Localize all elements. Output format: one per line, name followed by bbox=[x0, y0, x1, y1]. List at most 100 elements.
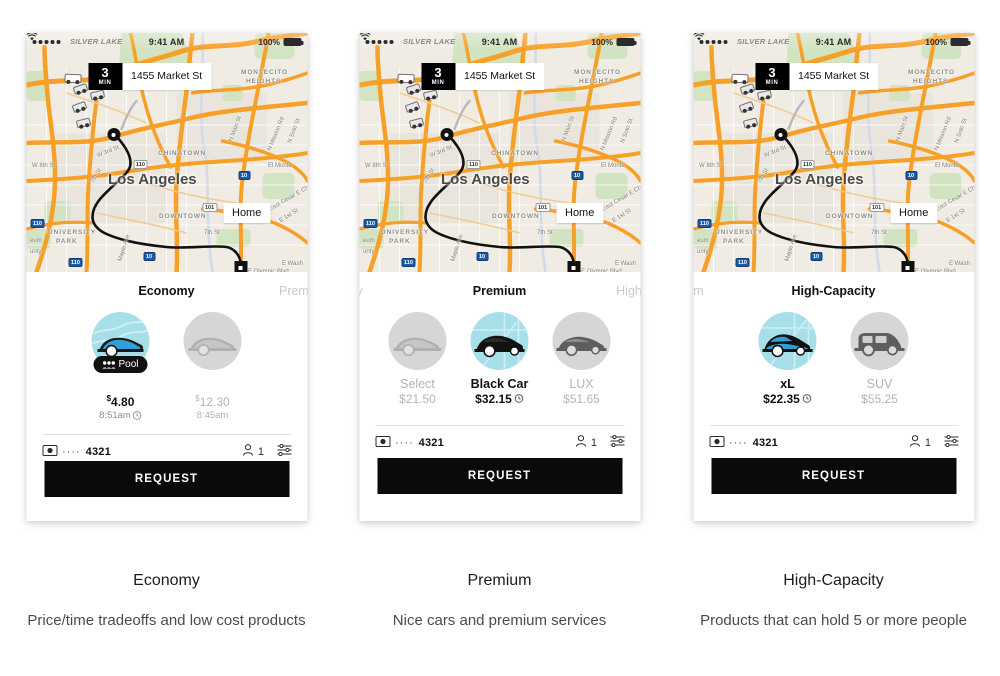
product-image bbox=[388, 312, 447, 370]
request-button[interactable]: REQUEST bbox=[44, 461, 289, 497]
product-image bbox=[552, 312, 611, 370]
battery-percent: 100% bbox=[591, 36, 613, 47]
product-tabs: omy Premium High-Ca bbox=[359, 272, 640, 310]
passenger-count[interactable]: 1 bbox=[243, 444, 264, 459]
route-shield: 10 bbox=[476, 252, 489, 261]
destination-label[interactable]: Home bbox=[890, 203, 938, 223]
product-item[interactable]: Black Car $32.15 bbox=[464, 312, 536, 406]
people-icon bbox=[102, 360, 116, 369]
destination-label[interactable]: Home bbox=[223, 203, 271, 223]
ride-options-card: mium High-Capacity Mo bbox=[693, 272, 974, 521]
card-mask-dots: ···· bbox=[62, 445, 81, 458]
product-name: LUX bbox=[569, 377, 594, 391]
eta-pickup-bar[interactable]: 3 MIN 1455 Market St bbox=[755, 63, 879, 90]
product-price: $12.30 bbox=[177, 394, 249, 409]
product-list: Select $21.50 Black Car $32.15 LUX $51.6… bbox=[359, 310, 640, 406]
person-icon bbox=[243, 444, 254, 459]
person-icon bbox=[576, 435, 587, 450]
caption: High-Capacity Products that can hold 5 o… bbox=[667, 572, 1000, 632]
product-item[interactable]: xL $22.35 bbox=[752, 312, 824, 406]
caption-title: Economy bbox=[133, 572, 200, 589]
sliders-icon[interactable] bbox=[610, 434, 624, 450]
card-mask-dots: ···· bbox=[395, 436, 414, 449]
currency-symbol: $ bbox=[563, 392, 570, 406]
destination-label[interactable]: Home bbox=[556, 203, 604, 223]
status-bar: SILVER LAKE 9:41 AM 100% bbox=[359, 33, 640, 50]
battery-group: 100% bbox=[591, 36, 636, 47]
product-price: $51.65 bbox=[546, 392, 618, 406]
route-shield: 10 bbox=[571, 171, 584, 180]
caption: Economy Price/time tradeoffs and low cos… bbox=[0, 572, 333, 632]
product-item[interactable]: LUX $51.65 bbox=[546, 312, 618, 406]
tab-active[interactable]: Premium bbox=[359, 284, 640, 298]
pickup-address[interactable]: 1455 Market St bbox=[789, 63, 879, 90]
currency-symbol: $ bbox=[861, 392, 868, 406]
tab-active[interactable]: Economy bbox=[26, 284, 307, 298]
passenger-count[interactable]: 1 bbox=[576, 435, 597, 450]
map-view[interactable]: Los Angeles MONTECITO HEIGHTS CHINATOWN … bbox=[693, 33, 974, 272]
pickup-address[interactable]: 1455 Market St bbox=[455, 63, 545, 90]
request-button[interactable]: REQUEST bbox=[711, 458, 956, 494]
pickup-marker bbox=[440, 128, 453, 141]
caption-title: Premium bbox=[467, 572, 532, 589]
card-last4: 4321 bbox=[752, 436, 778, 449]
map-view[interactable]: Los Angeles MONTECITO HEIGHTS CHINATOWN … bbox=[359, 33, 640, 272]
request-button[interactable]: REQUEST bbox=[377, 458, 622, 494]
tab-active[interactable]: High-Capacity bbox=[693, 284, 974, 298]
product-price: $21.50 bbox=[382, 392, 454, 406]
price-value: 55.25 bbox=[867, 392, 898, 406]
product-item[interactable]: SUV $55.25 bbox=[844, 312, 916, 406]
route-shield: 110 bbox=[68, 258, 83, 267]
pickup-marker bbox=[774, 128, 787, 141]
route-shield: 110 bbox=[800, 160, 815, 169]
pool-badge-label: Pool bbox=[118, 359, 139, 370]
battery-group: 100% bbox=[925, 37, 970, 47]
product-tabs: Economy Premium bbox=[26, 272, 307, 310]
product-item[interactable]: $12.30 8:45am bbox=[177, 312, 249, 421]
product-item[interactable]: Pool $4.80 8:51am bbox=[85, 312, 157, 421]
payment-method[interactable]: ···· 4321 bbox=[709, 435, 778, 450]
passenger-number: 1 bbox=[257, 445, 264, 458]
product-name: xL bbox=[780, 377, 795, 391]
pickup-address[interactable]: 1455 Market St bbox=[122, 63, 212, 90]
status-bar: SILVER LAKE 9:41 AM 100% bbox=[693, 33, 974, 50]
trip-meta-row: ···· 4321 1 bbox=[693, 426, 974, 450]
route-shield: 10 bbox=[905, 171, 918, 180]
payment-method[interactable]: ···· 4321 bbox=[42, 444, 111, 459]
ride-options-card: Economy Premium bbox=[26, 272, 307, 521]
phone-mockup: Los Angeles MONTECITO HEIGHTS CHINATOWN … bbox=[359, 33, 640, 521]
product-item[interactable]: Select $21.50 bbox=[382, 312, 454, 406]
passenger-number: 1 bbox=[924, 436, 931, 449]
product-image bbox=[850, 312, 909, 370]
product-image-selected bbox=[470, 312, 529, 370]
route-shield: 110 bbox=[133, 160, 148, 169]
caption-description: Nice cars and premium services bbox=[392, 612, 607, 629]
product-price: $32.15 bbox=[464, 392, 536, 406]
route-shield: 110 bbox=[401, 258, 416, 267]
payment-method[interactable]: ···· 4321 bbox=[375, 435, 444, 450]
tab-next[interactable]: Premium bbox=[279, 284, 307, 298]
sliders-icon[interactable] bbox=[277, 443, 291, 459]
cash-card-icon bbox=[709, 435, 724, 450]
product-eta: 8:51am bbox=[85, 410, 157, 421]
trip-meta-right: 1 bbox=[243, 443, 291, 459]
pickup-marker bbox=[107, 128, 120, 141]
eta-pickup-bar[interactable]: 3 MIN 1455 Market St bbox=[88, 63, 212, 90]
nearby-car-icon bbox=[89, 89, 105, 101]
route-shield: 110 bbox=[466, 160, 481, 169]
product-eta: 8:45am bbox=[177, 410, 249, 421]
route-shield: 101 bbox=[869, 203, 885, 212]
route-shield: 10 bbox=[810, 252, 823, 261]
eta-time: 8:51am bbox=[99, 410, 131, 421]
ride-options-card: omy Premium High-Ca bbox=[359, 272, 640, 521]
eta-pickup-bar[interactable]: 3 MIN 1455 Market St bbox=[421, 63, 545, 90]
passenger-count[interactable]: 1 bbox=[910, 435, 931, 450]
product-price: $22.35 bbox=[752, 392, 824, 406]
phone-screen: Los Angeles MONTECITO HEIGHTS CHINATOWN … bbox=[359, 33, 640, 521]
sliders-icon[interactable] bbox=[944, 434, 958, 450]
map-view[interactable]: Los Angeles MONTECITO HEIGHTS CHINATOWN … bbox=[26, 33, 307, 272]
card-last4: 4321 bbox=[85, 445, 111, 458]
tab-next[interactable]: High-Ca bbox=[616, 284, 640, 298]
product-name: Black Car bbox=[470, 377, 529, 391]
product-image bbox=[183, 312, 242, 370]
